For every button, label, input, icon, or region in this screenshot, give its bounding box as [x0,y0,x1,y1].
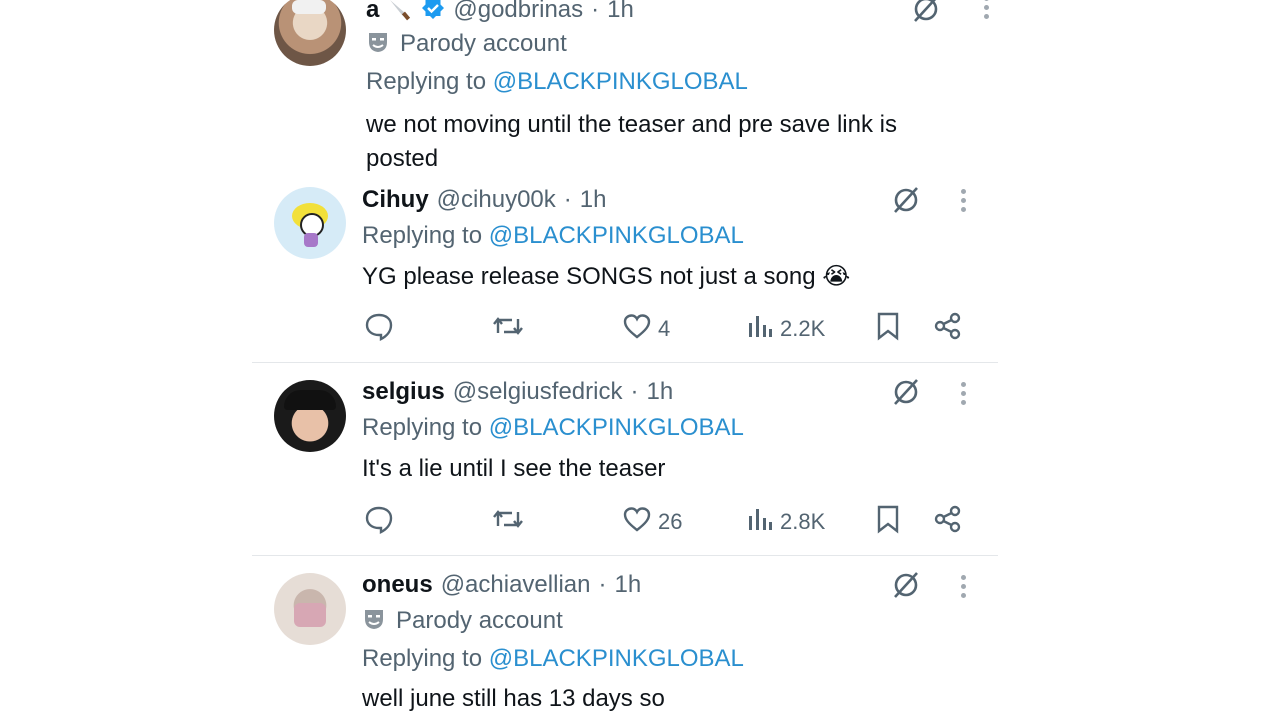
grok-slash-icon[interactable] [908,0,944,24]
timestamp[interactable]: 1h [607,0,634,24]
tweet-text: we not moving until the teaser and pre s… [366,111,897,172]
display-name[interactable]: selgius [362,378,445,406]
tweet-text: YG please release SONGS not just a song … [362,263,851,290]
timestamp[interactable]: 1h [646,378,673,406]
retweet-button[interactable] [492,311,524,347]
views-bar-icon [746,504,774,540]
avatar[interactable] [274,573,346,645]
replying-prefix: Replying to [362,222,489,249]
more-options-icon[interactable] [958,189,968,219]
display-name[interactable]: Cihuy [362,186,429,214]
bookmark-icon [875,311,901,347]
user-handle[interactable]: @godbrinas [453,0,583,24]
share-icon [933,504,963,540]
user-handle[interactable]: @selgiusfedrick [453,378,623,406]
replying-prefix: Replying to [366,68,493,95]
retweet-button[interactable] [492,504,524,540]
knife-emoji-icon [387,0,413,26]
like-count: 26 [658,509,683,534]
views-button[interactable]: 2.8K [746,504,825,540]
share-icon [933,311,963,347]
mention-link[interactable]: @BLACKPINKGLOBAL [489,414,744,441]
timestamp[interactable]: 1h [614,571,641,599]
bookmark-button[interactable] [875,311,901,347]
reply-feed: a @godbrinas · 1h Parody account Replyin… [0,0,1280,720]
parody-mask-icon [366,30,390,59]
views-bar-icon [746,311,774,347]
separator-dot: · [591,0,600,23]
mention-link[interactable]: @BLACKPINKGLOBAL [493,68,748,95]
like-count: 4 [658,316,671,341]
mention-link[interactable]: @BLACKPINKGLOBAL [489,645,744,672]
more-options-icon[interactable] [958,382,968,412]
divider [252,362,998,363]
separator-dot: · [563,186,572,213]
avatar[interactable] [274,380,346,452]
replying-prefix: Replying to [362,414,489,441]
parody-label: Parody account [400,30,567,57]
avatar[interactable] [274,187,346,259]
heart-icon [622,504,652,540]
reply-bubble-icon [364,504,394,540]
reply-button[interactable] [364,311,394,347]
display-name[interactable]: a [366,0,379,24]
share-button[interactable] [933,504,963,540]
retweet-icon [492,504,524,540]
parody-label: Parody account [396,607,563,634]
heart-icon [622,311,652,347]
bookmark-icon [875,504,901,540]
view-count: 2.8K [780,509,826,534]
user-handle[interactable]: @achiavellian [441,571,591,599]
replying-prefix: Replying to [362,645,489,672]
grok-slash-icon[interactable] [888,184,924,216]
display-name[interactable]: oneus [362,571,433,599]
bookmark-button[interactable] [875,504,901,540]
tweet-text: It's a lie until I see the teaser [362,455,666,482]
mention-link[interactable]: @BLACKPINKGLOBAL [489,222,744,249]
separator-dot: · [598,571,607,598]
share-button[interactable] [933,311,963,347]
reply-button[interactable] [364,504,394,540]
grok-slash-icon[interactable] [888,569,924,601]
verified-badge-icon [421,0,445,25]
avatar[interactable] [274,0,346,66]
separator-dot: · [630,378,639,405]
view-count: 2.2K [780,316,826,341]
more-options-icon[interactable] [981,0,991,26]
more-options-icon[interactable] [958,575,968,605]
reply-bubble-icon [364,311,394,347]
like-button[interactable]: 4 [622,311,670,347]
like-button[interactable]: 26 [622,504,682,540]
timestamp[interactable]: 1h [580,186,607,214]
user-handle[interactable]: @cihuy00k [437,186,556,214]
tweet-text: well june still has 13 days so [362,685,665,712]
divider [252,555,998,556]
views-button[interactable]: 2.2K [746,311,825,347]
retweet-icon [492,311,524,347]
grok-slash-icon[interactable] [888,376,924,408]
parody-mask-icon [362,607,386,636]
